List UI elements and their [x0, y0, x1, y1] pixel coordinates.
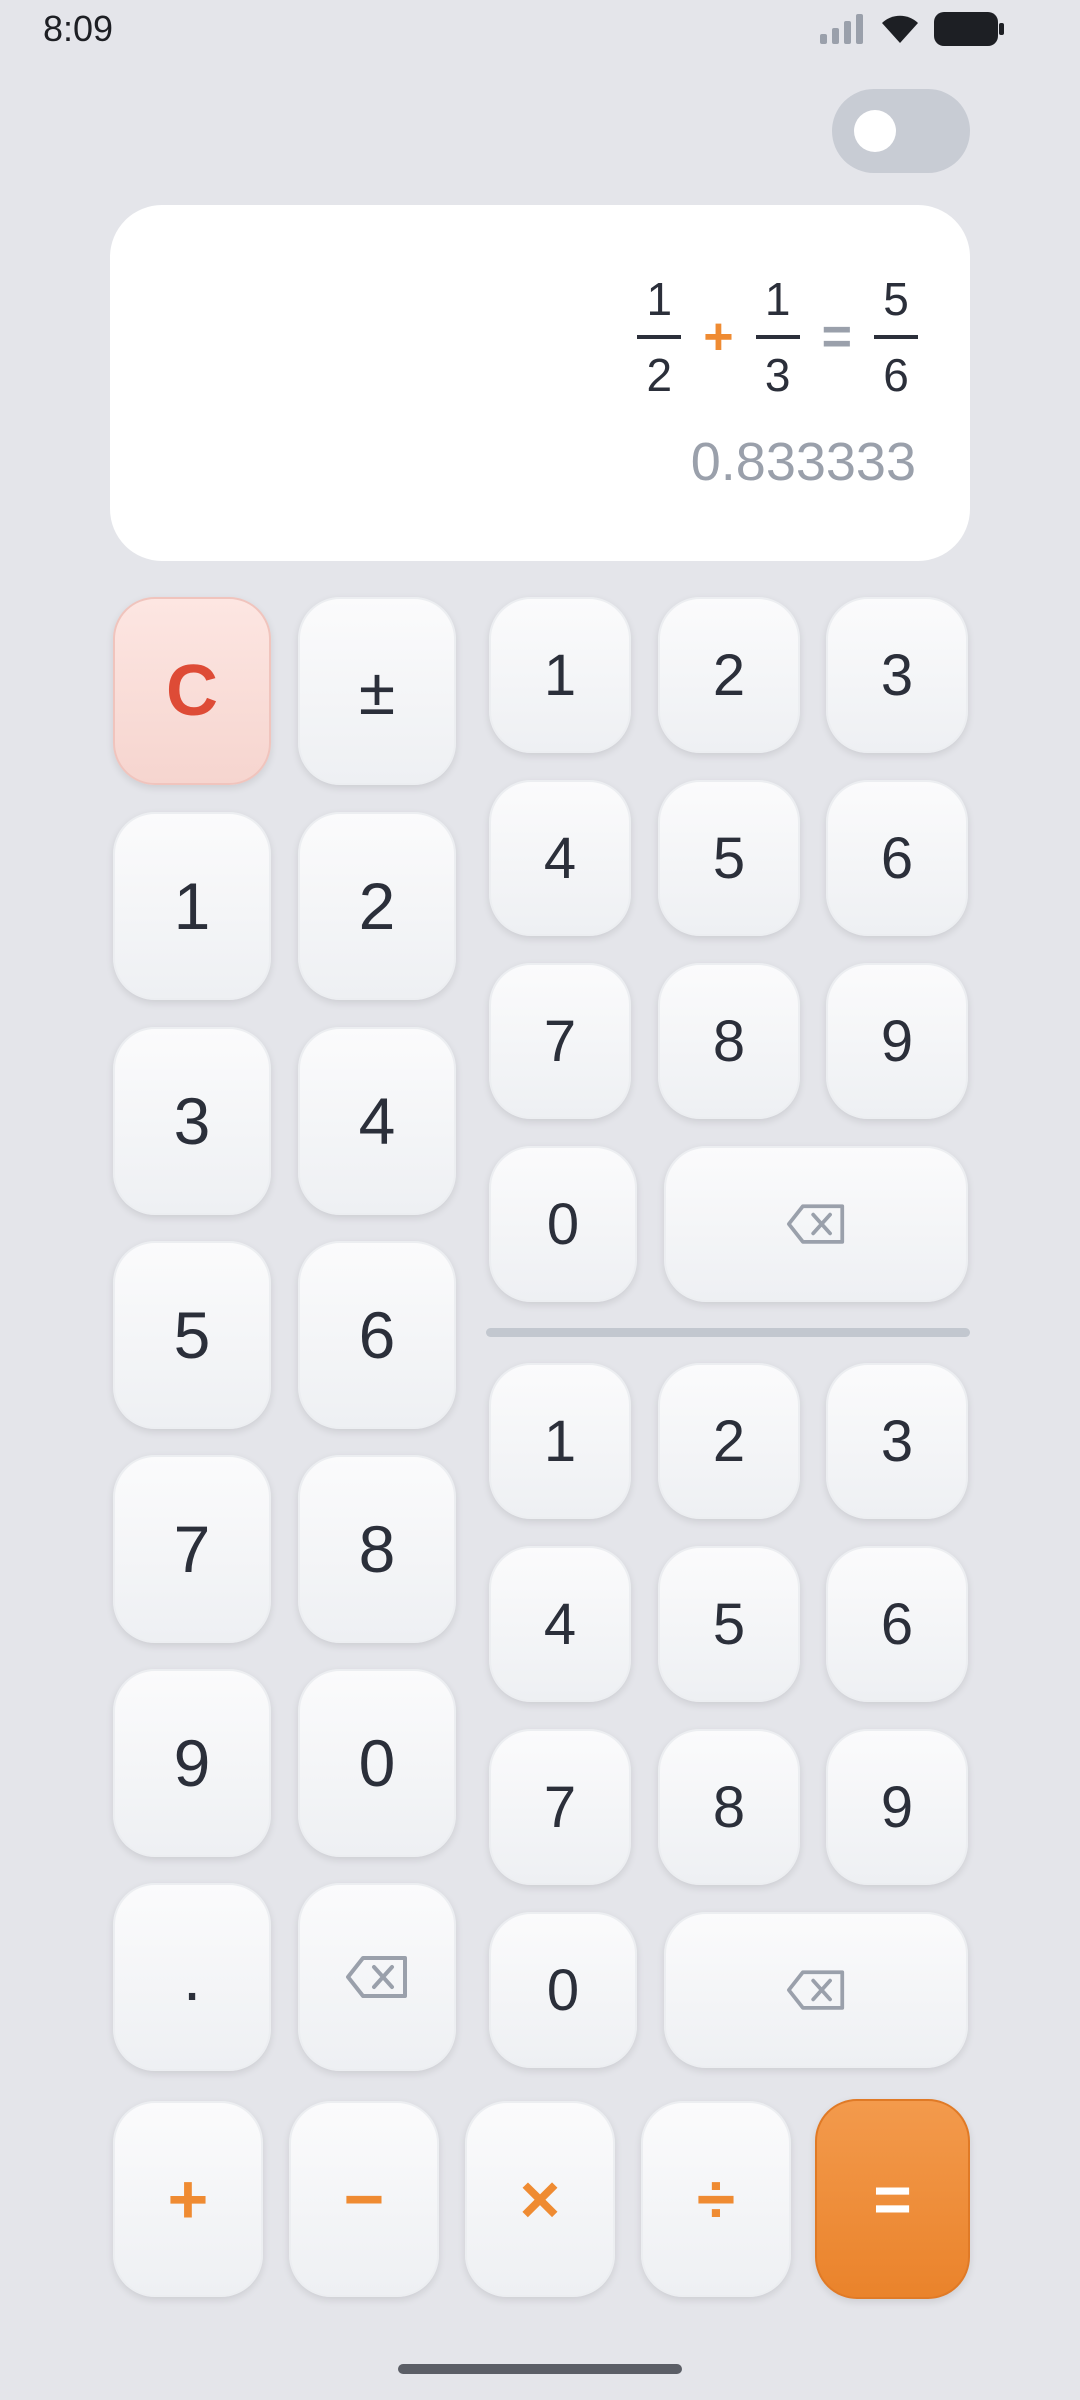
subtract-button[interactable]: − [289, 2101, 439, 2297]
battery-icon [934, 12, 1004, 46]
numerator: 5 [883, 273, 909, 325]
fraction-divider [486, 1328, 970, 1337]
divide-button[interactable]: ÷ [641, 2101, 791, 2297]
denominator: 6 [883, 349, 909, 401]
clear-button[interactable]: C [113, 597, 271, 785]
numerator: 1 [764, 273, 791, 325]
denominator-key-7[interactable]: 7 [489, 1729, 631, 1885]
denominator-key-0[interactable]: 0 [489, 1912, 637, 2068]
numerator-key-1[interactable]: 1 [489, 597, 631, 753]
whole-key-9[interactable]: 9 [113, 1669, 271, 1857]
denominator-key-1[interactable]: 1 [489, 1363, 631, 1519]
toggle-knob [854, 110, 896, 152]
home-indicator[interactable] [398, 2364, 682, 2374]
numerator-key-5[interactable]: 5 [658, 780, 800, 936]
mode-toggle[interactable] [832, 89, 970, 173]
decimal-result: 0.833333 [690, 432, 916, 492]
fraction-expression: 1 2 + 1 3 = 5 6 [637, 273, 918, 401]
backspace-icon [786, 1204, 845, 1244]
denominator-key-4[interactable]: 4 [489, 1546, 631, 1702]
whole-key-1[interactable]: 1 [113, 812, 271, 1000]
multiply-button[interactable]: × [465, 2101, 615, 2297]
numerator-key-8[interactable]: 8 [658, 963, 800, 1119]
denominator: 3 [764, 349, 791, 401]
denominator: 2 [646, 349, 673, 401]
whole-key-8[interactable]: 8 [298, 1455, 456, 1643]
denominator-key-9[interactable]: 9 [826, 1729, 968, 1885]
numerator-key-6[interactable]: 6 [826, 780, 968, 936]
denominator-key-5[interactable]: 5 [658, 1546, 800, 1702]
whole-key-5[interactable]: 5 [113, 1241, 271, 1429]
whole-key-4[interactable]: 4 [298, 1027, 456, 1215]
numerator-key-7[interactable]: 7 [489, 963, 631, 1119]
backspace-icon [346, 1956, 407, 1998]
status-time: 8:09 [43, 8, 114, 49]
numerator-key-0[interactable]: 0 [489, 1146, 637, 1302]
denominator-key-3[interactable]: 3 [826, 1363, 968, 1519]
denominator-key-6[interactable]: 6 [826, 1546, 968, 1702]
denominator-key-2[interactable]: 2 [658, 1363, 800, 1519]
fraction-operand-1: 1 2 [637, 273, 682, 401]
numerator-key-3[interactable]: 3 [826, 597, 968, 753]
plus-minus-button[interactable]: ± [298, 597, 456, 785]
equals-symbol: = [821, 308, 852, 366]
fraction-result: 5 6 [874, 273, 918, 401]
numerator-backspace-button[interactable] [664, 1146, 968, 1302]
whole-key-3[interactable]: 3 [113, 1027, 271, 1215]
whole-key-7[interactable]: 7 [113, 1455, 271, 1643]
fraction-operand-2: 1 3 [755, 273, 800, 401]
equals-button[interactable]: = [815, 2099, 970, 2299]
wifi-icon [882, 15, 918, 43]
decimal-point-button[interactable]: . [113, 1883, 271, 2071]
status-icons [820, 12, 1004, 46]
whole-key-6[interactable]: 6 [298, 1241, 456, 1429]
numerator-key-4[interactable]: 4 [489, 780, 631, 936]
operator-symbol: + [703, 308, 734, 366]
numerator-key-9[interactable]: 9 [826, 963, 968, 1119]
denominator-backspace-button[interactable] [664, 1912, 968, 2068]
denominator-key-8[interactable]: 8 [658, 1729, 800, 1885]
numerator: 1 [646, 273, 673, 325]
display-panel: 1 2 + 1 3 = 5 6 0.833333 [110, 205, 970, 561]
whole-key-0[interactable]: 0 [298, 1669, 456, 1857]
backspace-icon [786, 1970, 845, 2010]
whole-key-2[interactable]: 2 [298, 812, 456, 1000]
add-button[interactable]: + [113, 2101, 263, 2297]
numerator-key-2[interactable]: 2 [658, 597, 800, 753]
whole-backspace-button[interactable] [298, 1883, 456, 2071]
signal-icon [820, 14, 863, 44]
